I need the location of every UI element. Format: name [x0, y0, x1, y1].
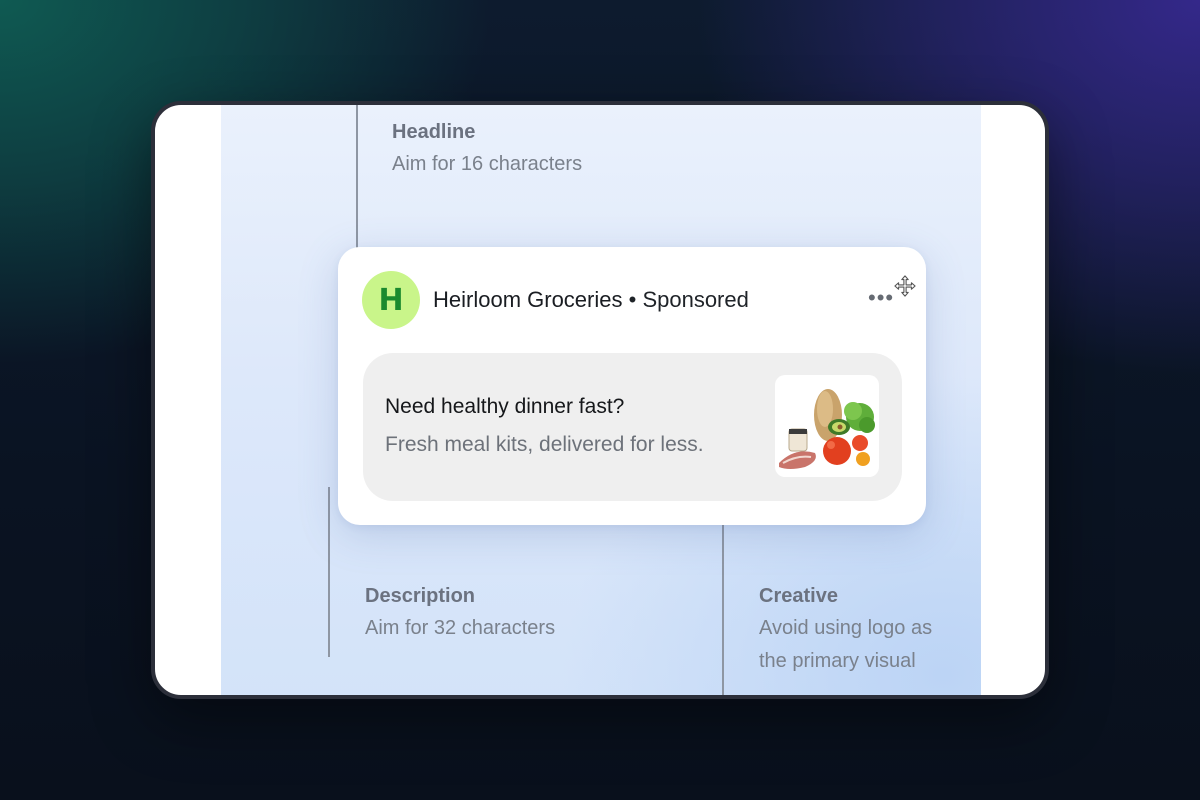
ad-headline[interactable]: Need healthy dinner fast? [385, 395, 624, 419]
headline-annotation-title: Headline [392, 121, 476, 143]
ad-guidelines-panel: Headline Aim for 16 characters Descripti… [221, 105, 981, 695]
description-annotation-title: Description [365, 585, 476, 607]
ad-description[interactable]: Fresh meal kits, delivered for less. [385, 433, 704, 457]
device-frame: Headline Aim for 16 characters Descripti… [151, 101, 1049, 699]
more-options-icon[interactable]: ••• [868, 287, 894, 309]
ad-body[interactable]: Need healthy dinner fast? Fresh meal kit… [363, 353, 902, 501]
creative-annotation-title: Creative [759, 585, 838, 607]
move-cursor-icon [894, 275, 916, 297]
description-annotation-text: Aim for 32 characters [365, 617, 556, 639]
separator-dot: • [622, 287, 643, 312]
sponsored-ad-card[interactable]: H Heirloom Groceries • Sponsored ••• Nee… [338, 247, 926, 525]
headline-annotation-text: Aim for 16 characters [392, 153, 583, 175]
creative-annotation-text-line1: Avoid using logo as [759, 617, 933, 639]
ad-header: Heirloom Groceries • Sponsored [433, 287, 749, 313]
sponsored-label: Sponsored [642, 287, 749, 312]
description-guide-line [328, 487, 330, 657]
produce-illustration [779, 389, 875, 469]
brand-logo[interactable]: H [362, 271, 420, 329]
brand-name[interactable]: Heirloom Groceries [433, 287, 623, 312]
creative-annotation-text-line2: the primary visual [759, 650, 916, 672]
grocery-produce-image[interactable] [775, 375, 879, 477]
